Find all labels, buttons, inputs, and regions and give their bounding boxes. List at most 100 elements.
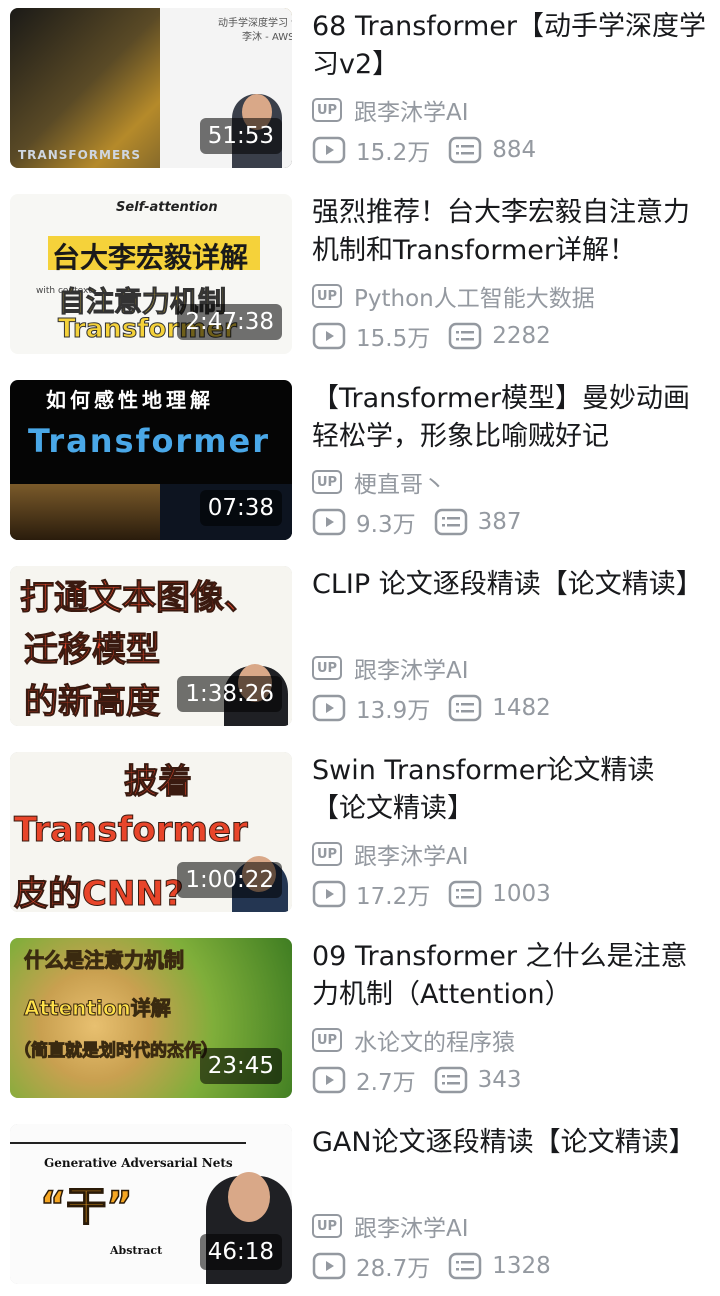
video-duration: 23:45 bbox=[199, 1048, 282, 1084]
video-thumbnail[interactable]: 什么是注意力机制 Attention详解 （简直就是划时代的杰作） 23:45 bbox=[10, 938, 292, 1098]
thumb-logo: TRANSFORMERS bbox=[18, 148, 142, 162]
play-count-icon bbox=[312, 880, 346, 908]
video-title[interactable]: 【Transformer模型】曼妙动画轻松学，形象比喻贼好记 bbox=[312, 380, 708, 456]
thumb-caption: 如何感性地理解 bbox=[46, 388, 214, 412]
up-badge-icon: UP bbox=[312, 284, 342, 308]
stats-row: 15.5万 2282 bbox=[312, 320, 551, 352]
thumb-caption: 皮的CNN? bbox=[14, 874, 185, 913]
view-count: 15.2万 bbox=[356, 140, 431, 166]
video-card[interactable]: Generative Adversarial Nets “干” Abstract… bbox=[0, 1116, 720, 1284]
thumb-caption: 什么是注意力机制 bbox=[24, 948, 185, 973]
thumb-caption: Generative Adversarial Nets bbox=[44, 1156, 233, 1170]
view-count: 15.5万 bbox=[356, 326, 431, 352]
author-name[interactable]: 跟李沐学AI bbox=[354, 1209, 469, 1243]
up-badge-icon: UP bbox=[312, 1028, 342, 1052]
danmaku-count: 1003 bbox=[492, 881, 551, 907]
thumb-caption: （简直就是划时代的杰作） bbox=[14, 1041, 219, 1062]
thumb-caption: 动手学深度学习 v2 bbox=[218, 18, 292, 29]
danmaku-icon bbox=[448, 880, 482, 908]
danmaku-count: 2282 bbox=[492, 323, 551, 349]
thumb-caption: Transformer bbox=[28, 422, 271, 460]
video-duration: 46:18 bbox=[199, 1234, 282, 1270]
danmaku-icon bbox=[448, 136, 482, 164]
video-thumbnail[interactable]: 打通文本图像、 迁移模型 的新高度 1:38:26 bbox=[10, 566, 292, 726]
video-card[interactable]: 什么是注意力机制 Attention详解 （简直就是划时代的杰作） 23:45 … bbox=[0, 930, 720, 1098]
author-row[interactable]: UP 跟李沐学AI bbox=[312, 1210, 469, 1242]
play-count-icon bbox=[312, 1066, 346, 1094]
up-badge-icon: UP bbox=[312, 656, 342, 680]
danmaku-count: 1482 bbox=[492, 695, 551, 721]
video-list: 动手学深度学习 v2 李沐 - AWS TRANSFORMERS 51:53 6… bbox=[0, 0, 720, 1296]
video-card[interactable]: 如何感性地理解 Transformer 07:38 【Transformer模型… bbox=[0, 372, 720, 540]
video-thumbnail[interactable]: 动手学深度学习 v2 李沐 - AWS TRANSFORMERS 51:53 bbox=[10, 8, 292, 168]
video-card[interactable]: 动手学深度学习 v2 李沐 - AWS TRANSFORMERS 51:53 6… bbox=[0, 0, 720, 168]
up-badge-icon: UP bbox=[312, 1214, 342, 1238]
video-thumbnail[interactable]: Self-attention 台大李宏毅详解 with context 自注意力… bbox=[10, 194, 292, 354]
stats-row: 9.3万 387 bbox=[312, 506, 521, 538]
up-badge-icon: UP bbox=[312, 842, 342, 866]
video-duration: 2:47:38 bbox=[177, 304, 282, 340]
author-name[interactable]: 跟李沐学AI bbox=[354, 651, 469, 685]
author-name[interactable]: 跟李沐学AI bbox=[354, 93, 469, 127]
danmaku-count: 1328 bbox=[492, 1253, 551, 1279]
play-count-icon bbox=[312, 136, 346, 164]
video-thumbnail[interactable]: 披着 Transformer 皮的CNN? 1:00:22 bbox=[10, 752, 292, 912]
play-count-icon bbox=[312, 1252, 346, 1280]
view-count: 13.9万 bbox=[356, 698, 431, 724]
video-title[interactable]: GAN论文逐段精读【论文精读】 bbox=[312, 1124, 708, 1162]
view-count: 28.7万 bbox=[356, 1256, 431, 1282]
thumb-caption: Self-attention bbox=[116, 200, 218, 215]
video-title[interactable]: 09 Transformer 之什么是注意力机制（Attention） bbox=[312, 938, 708, 1014]
view-count: 9.3万 bbox=[356, 512, 416, 538]
stats-row: 17.2万 1003 bbox=[312, 878, 551, 910]
video-thumbnail[interactable]: 如何感性地理解 Transformer 07:38 bbox=[10, 380, 292, 540]
up-badge-icon: UP bbox=[312, 470, 342, 494]
danmaku-count: 884 bbox=[492, 137, 537, 163]
video-title[interactable]: Swin Transformer论文精读【论文精读】 bbox=[312, 752, 708, 828]
video-duration: 1:00:22 bbox=[177, 862, 282, 898]
video-card[interactable]: Self-attention 台大李宏毅详解 with context 自注意力… bbox=[0, 186, 720, 354]
video-duration: 51:53 bbox=[199, 118, 282, 154]
author-row[interactable]: UP 梗直哥丶 bbox=[312, 466, 446, 498]
video-thumbnail[interactable]: Generative Adversarial Nets “干” Abstract… bbox=[10, 1124, 292, 1284]
video-card[interactable]: 披着 Transformer 皮的CNN? 1:00:22 Swin Trans… bbox=[0, 744, 720, 912]
play-count-icon bbox=[312, 694, 346, 722]
stats-row: 2.7万 343 bbox=[312, 1064, 521, 1096]
thumb-caption: 台大李宏毅详解 bbox=[52, 241, 249, 274]
author-row[interactable]: UP 跟李沐学AI bbox=[312, 94, 469, 126]
thumb-caption: “干” bbox=[39, 1183, 133, 1231]
thumb-caption: 打通文本图像、 bbox=[20, 578, 259, 619]
thumb-caption: 披着 bbox=[124, 762, 193, 803]
thumb-caption: 迁移模型 bbox=[24, 630, 161, 671]
video-title[interactable]: CLIP 论文逐段精读【论文精读】 bbox=[312, 566, 708, 604]
thumb-caption: 李沐 - AWS bbox=[242, 32, 292, 43]
video-title[interactable]: 68 Transformer【动手学深度学习v2】 bbox=[312, 8, 708, 84]
thumb-caption: 的新高度 bbox=[24, 682, 161, 723]
author-name[interactable]: Python人工智能大数据 bbox=[354, 279, 595, 313]
video-title[interactable]: 强烈推荐！台大李宏毅自注意力机制和Transformer详解！ bbox=[312, 194, 708, 270]
thumb-caption: Transformer bbox=[14, 810, 249, 851]
play-count-icon bbox=[312, 508, 346, 536]
danmaku-icon bbox=[448, 694, 482, 722]
author-name[interactable]: 梗直哥丶 bbox=[354, 465, 446, 499]
video-card[interactable]: 打通文本图像、 迁移模型 的新高度 1:38:26 CLIP 论文逐段精读【论文… bbox=[0, 558, 720, 726]
danmaku-count: 387 bbox=[477, 509, 522, 535]
thumb-caption: Abstract bbox=[110, 1244, 163, 1257]
author-row[interactable]: UP Python人工智能大数据 bbox=[312, 280, 595, 312]
video-duration: 1:38:26 bbox=[177, 676, 282, 712]
author-name[interactable]: 跟李沐学AI bbox=[354, 837, 469, 871]
author-row[interactable]: UP 水论文的程序猿 bbox=[312, 1024, 515, 1056]
up-badge-icon: UP bbox=[312, 98, 342, 122]
view-count: 2.7万 bbox=[356, 1070, 416, 1096]
play-count-icon bbox=[312, 322, 346, 350]
danmaku-icon bbox=[434, 1066, 467, 1094]
stats-row: 28.7万 1328 bbox=[312, 1250, 551, 1282]
author-row[interactable]: UP 跟李沐学AI bbox=[312, 652, 469, 684]
stats-row: 13.9万 1482 bbox=[312, 692, 551, 724]
view-count: 17.2万 bbox=[356, 884, 431, 910]
danmaku-icon bbox=[448, 322, 482, 350]
danmaku-icon bbox=[434, 508, 467, 536]
video-duration: 07:38 bbox=[199, 490, 282, 526]
author-row[interactable]: UP 跟李沐学AI bbox=[312, 838, 469, 870]
author-name[interactable]: 水论文的程序猿 bbox=[354, 1023, 515, 1057]
